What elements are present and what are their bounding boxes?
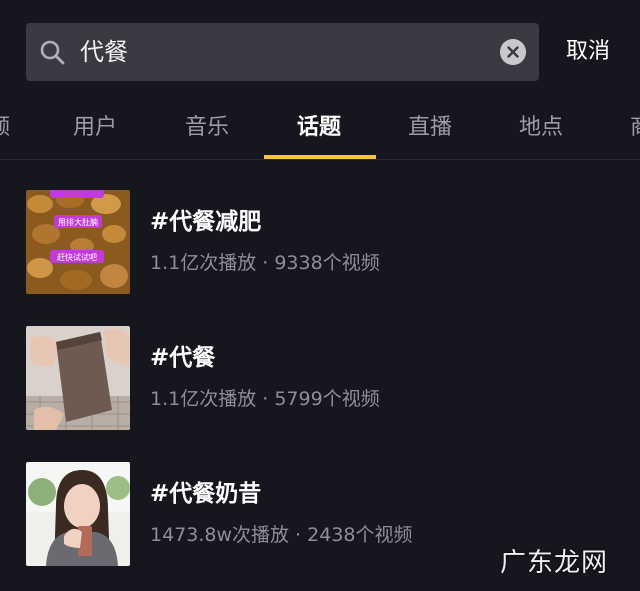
tab-places[interactable]: 地点: [519, 100, 563, 156]
topic-title: #代餐奶昔: [150, 481, 262, 507]
search-query[interactable]: 代餐: [80, 23, 128, 81]
tab-video[interactable]: 频: [0, 100, 10, 156]
topic-title: #代餐: [150, 345, 216, 371]
search-input[interactable]: 代餐: [26, 23, 539, 81]
topic-title: #代餐减肥: [150, 209, 262, 235]
watermark-logo: 广东龙网: [500, 548, 609, 578]
tab-live[interactable]: 直播: [408, 100, 452, 156]
topic-thumbnail: 用排大肚腩 赶快试试吧: [26, 190, 130, 294]
cancel-button[interactable]: 取消: [566, 23, 610, 81]
topic-meta: 1473.8w次播放 · 2438个视频: [150, 524, 413, 546]
tab-bar: 频 用户 音乐 话题 直播 地点 商: [0, 100, 640, 160]
thumbnail-caption: 赶快试试吧: [57, 252, 97, 262]
topic-thumbnail: [26, 462, 130, 566]
topic-thumbnail: [26, 326, 130, 430]
tab-products[interactable]: 商: [630, 100, 640, 156]
search-icon: [40, 40, 65, 65]
tab-users[interactable]: 用户: [73, 100, 117, 156]
tab-topics[interactable]: 话题: [297, 100, 341, 156]
tab-music[interactable]: 音乐: [185, 100, 229, 156]
topic-result[interactable]: 用排大肚腩 赶快试试吧 #代餐减肥 1.1亿次播放 · 9338个视频: [26, 190, 626, 294]
thumbnail-caption: 用排大肚腩: [58, 217, 98, 227]
search-row: 代餐 取消: [26, 23, 640, 81]
topic-meta: 1.1亿次播放 · 9338个视频: [150, 252, 380, 274]
topic-result[interactable]: #代餐 1.1亿次播放 · 5799个视频: [26, 326, 626, 430]
topic-meta: 1.1亿次播放 · 5799个视频: [150, 388, 380, 410]
clear-icon[interactable]: [500, 39, 526, 65]
tabs-divider: [0, 159, 640, 160]
